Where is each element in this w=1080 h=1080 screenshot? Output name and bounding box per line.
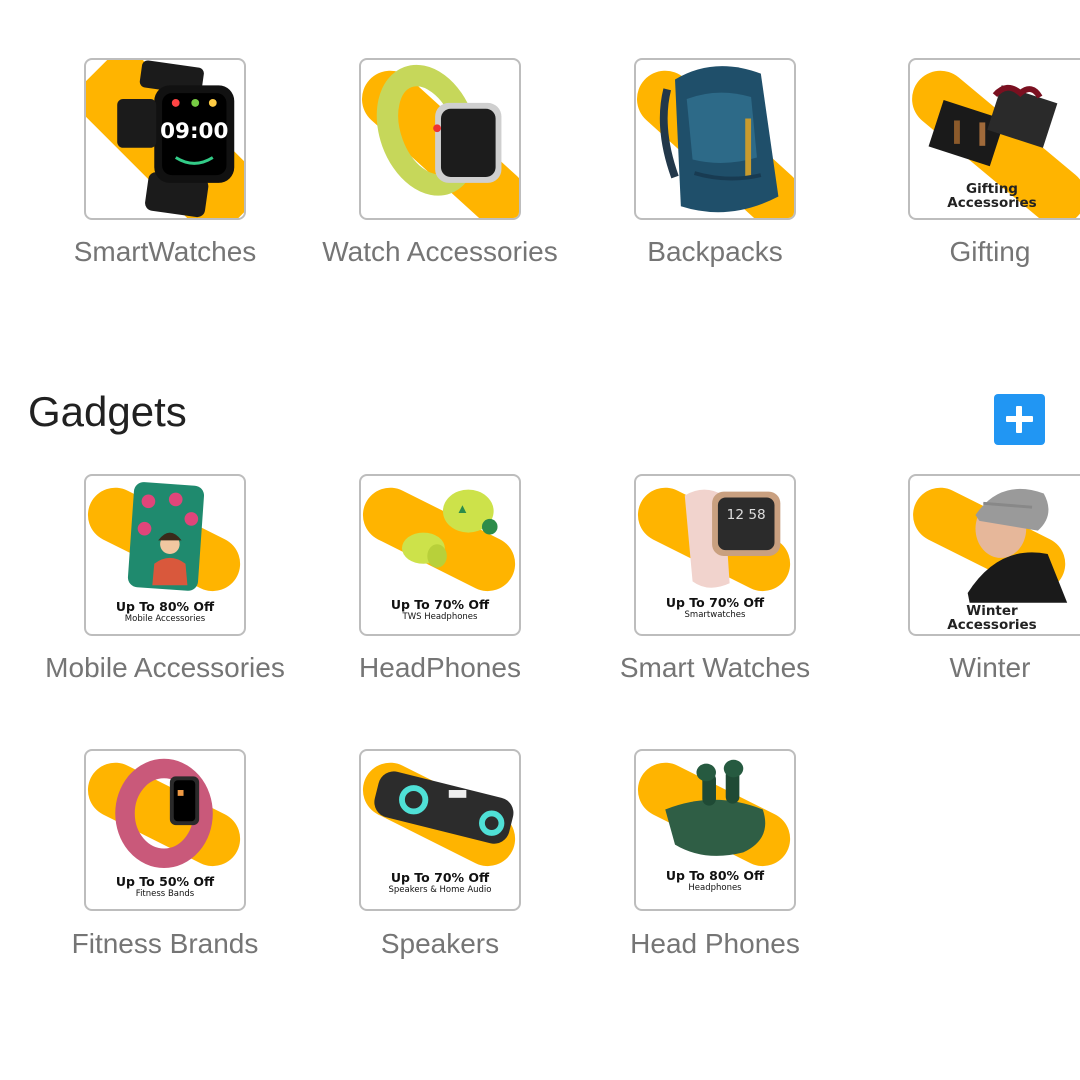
category-label: Winter xyxy=(949,652,1031,683)
category-label: SmartWatches xyxy=(73,236,257,267)
category-label: Gifting xyxy=(949,236,1031,267)
offer-text: Up To 70% Off xyxy=(665,595,765,610)
category-tile-winter[interactable]: Winter Accessories xyxy=(908,474,1080,636)
category-label: Mobile Accessories xyxy=(45,652,285,683)
offer-subtext: TWS Headphones xyxy=(402,612,478,622)
offer-subtext: Mobile Accessories xyxy=(124,614,206,624)
banner-subtitle: Accessories xyxy=(947,195,1037,211)
banner-title: Gifting xyxy=(966,181,1018,197)
category-label: Speakers xyxy=(380,928,500,959)
category-tile-speakers[interactable]: Up To 70% Off Speakers & Home Audio xyxy=(359,749,521,911)
offer-subtext: Headphones xyxy=(688,883,742,893)
svg-text:09:00: 09:00 xyxy=(160,119,228,144)
category-tile-gifting[interactable]: Gifting Accessories xyxy=(908,58,1080,220)
add-button[interactable] xyxy=(994,394,1045,445)
category-label: Fitness Brands xyxy=(71,928,259,959)
svg-text:12 58: 12 58 xyxy=(727,507,766,523)
category-tile-headphones[interactable]: Up To 70% Off TWS Headphones xyxy=(359,474,521,636)
offer-text: Up To 50% Off xyxy=(115,874,215,889)
offer-text: Up To 70% Off xyxy=(390,597,490,612)
offer-text: Up To 80% Off xyxy=(115,599,215,614)
category-label: Head Phones xyxy=(630,928,800,959)
category-tile-smartwatches[interactable]: 09:00 xyxy=(84,58,246,220)
category-tile-fitness-brands[interactable]: Up To 50% Off Fitness Bands xyxy=(84,749,246,911)
section-title: Gadgets xyxy=(28,388,187,435)
banner-subtitle: Accessories xyxy=(947,617,1037,633)
category-label: Watch Accessories xyxy=(322,236,558,267)
offer-text: Up To 80% Off xyxy=(665,868,765,883)
category-label: HeadPhones xyxy=(359,652,521,683)
category-tile-head-phones[interactable]: Up To 80% Off Headphones xyxy=(634,749,796,911)
banner-title: Winter xyxy=(966,603,1018,619)
offer-subtext: Speakers & Home Audio xyxy=(388,885,492,895)
category-tile-smart-watches[interactable]: 12 58 Up To 70% Off Smartwatches xyxy=(634,474,796,636)
category-tile-backpacks[interactable] xyxy=(634,58,796,220)
category-label: Backpacks xyxy=(647,236,783,267)
watch-strap-icon xyxy=(361,64,519,218)
offer-subtext: Smartwatches xyxy=(684,610,746,620)
offer-text: Up To 70% Off xyxy=(390,870,490,885)
backpack-icon xyxy=(636,66,794,218)
category-tile-mobile-accessories[interactable]: Up To 80% Off Mobile Accessories xyxy=(84,474,246,636)
category-tile-watch-accessories[interactable] xyxy=(359,58,521,220)
offer-subtext: Fitness Bands xyxy=(135,889,195,899)
smartwatch-icon: 09:00 xyxy=(86,60,244,218)
category-label: Smart Watches xyxy=(619,652,811,683)
